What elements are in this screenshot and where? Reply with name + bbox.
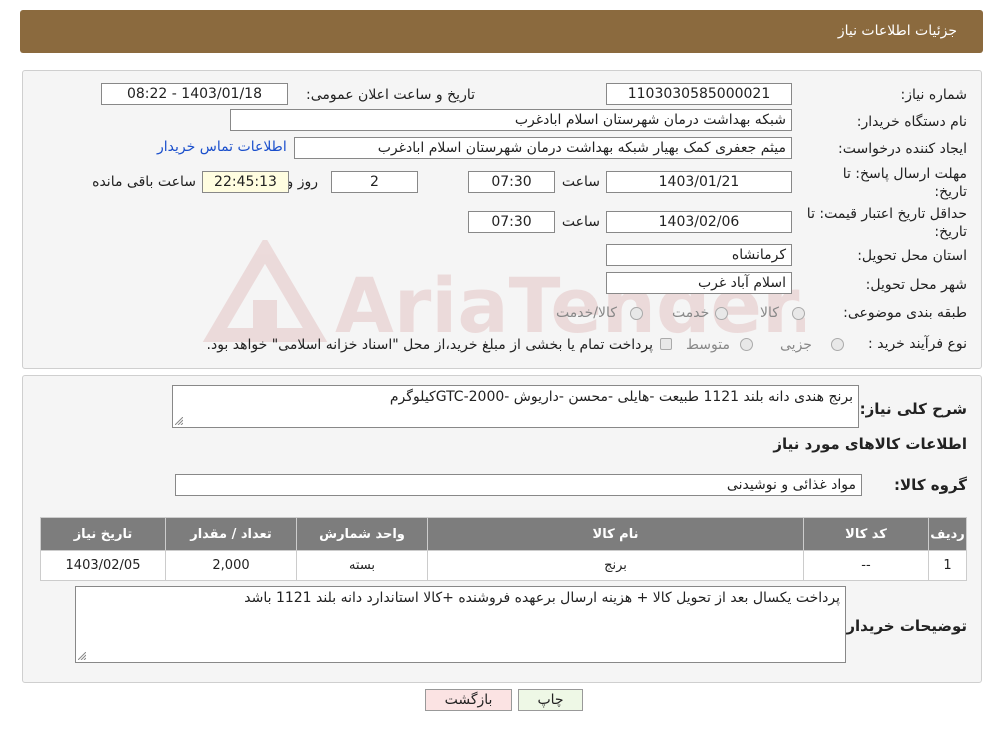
process-medium-radio[interactable]	[740, 338, 753, 351]
validity-label-date: تاریخ:	[934, 224, 967, 240]
col-need-date: تاریخ نیاز	[40, 517, 166, 551]
buyer-org-field[interactable]: شبکه بهداشت درمان شهرستان اسلام ابادغرب	[230, 109, 792, 131]
goods-table-header-row: ردیف کد کالا نام کالا واحد شمارش تعداد /…	[40, 517, 967, 551]
treasury-checkbox[interactable]	[660, 338, 672, 350]
back-button[interactable]: بازگشت	[425, 689, 512, 711]
table-row: 1 -- برنج بسته 2,000 1403/02/05	[40, 550, 967, 581]
buyer-notes-textarea[interactable]: پرداخت یکسال بعد از تحویل کالا + هزینه ا…	[75, 586, 846, 663]
cell-row-number: 1	[928, 550, 967, 581]
cell-goods-name: برنج	[427, 550, 804, 581]
process-medium-label: متوسط	[686, 337, 730, 353]
city-label: شهر محل تحویل:	[865, 277, 967, 293]
buyer-contact-link[interactable]: اطلاعات تماس خریدار	[157, 139, 287, 155]
summary-label: شرح کلی نیاز:	[859, 400, 967, 418]
col-unit: واحد شمارش	[296, 517, 428, 551]
category-goods-service-radio[interactable]	[630, 307, 643, 320]
cell-unit: بسته	[296, 550, 428, 581]
resize-grip-icon[interactable]	[78, 652, 86, 660]
province-label: استان محل تحویل:	[857, 248, 967, 264]
category-goods-service-label: کالا/خدمت	[556, 305, 617, 321]
remaining-time-label: ساعت باقی مانده	[92, 174, 196, 190]
days-label: روز و	[286, 174, 319, 190]
col-row-number: ردیف	[928, 517, 967, 551]
category-goods-radio[interactable]	[792, 307, 805, 320]
resize-grip-icon[interactable]	[175, 417, 183, 425]
treasury-note: پرداخت تمام یا بخشی از مبلغ خرید،از محل …	[206, 337, 653, 353]
validity-time-field[interactable]: 07:30	[468, 211, 555, 233]
goods-info-title: اطلاعات کالاهای مورد نیاز	[773, 435, 967, 453]
city-field[interactable]: اسلام آباد غرب	[606, 272, 792, 294]
goods-table: ردیف کد کالا نام کالا واحد شمارش تعداد /…	[40, 517, 967, 581]
need-number-label: شماره نیاز:	[900, 87, 968, 103]
cell-need-date: 1403/02/05	[40, 550, 166, 581]
creator-field[interactable]: میثم جعفری کمک بهیار شبکه بهداشت درمان ش…	[294, 137, 792, 159]
remaining-time-field[interactable]: 22:45:13	[202, 171, 289, 193]
need-number-field[interactable]: 1103030585000021	[606, 83, 792, 105]
validity-label: حداقل تاریخ اعتبار قیمت: تا	[806, 206, 967, 222]
category-label: طبقه بندی موضوعی:	[843, 305, 967, 321]
deadline-label: مهلت ارسال پاسخ: تا	[842, 166, 967, 182]
summary-text: برنج هندی دانه بلند 1121 طبیعت -هایلی -م…	[389, 389, 853, 405]
category-goods-label: کالا	[760, 305, 779, 321]
goods-group-field[interactable]: مواد غذائی و نوشیدنی	[175, 474, 862, 496]
creator-label: ایجاد کننده درخواست:	[838, 141, 967, 157]
buyer-notes-text: پرداخت یکسال بعد از تحویل کالا + هزینه ا…	[244, 590, 840, 606]
page-title: جزئیات اطلاعات نیاز	[837, 23, 957, 39]
deadline-date-field[interactable]: 1403/01/21	[606, 171, 792, 193]
goods-group-label: گروه کالا:	[894, 476, 967, 494]
deadline-time-field[interactable]: 07:30	[468, 171, 555, 193]
process-minor-label: جزیی	[780, 337, 812, 353]
category-service-label: خدمت	[672, 305, 710, 321]
summary-textarea[interactable]: برنج هندی دانه بلند 1121 طبیعت -هایلی -م…	[172, 385, 859, 428]
days-remaining-field[interactable]: 2	[331, 171, 418, 193]
deadline-label-date: تاریخ:	[934, 184, 967, 200]
buyer-org-label: نام دستگاه خریدار:	[856, 114, 967, 130]
process-label: نوع فرآیند خرید :	[868, 336, 967, 352]
validity-time-label: ساعت	[561, 214, 600, 230]
deadline-time-label: ساعت	[561, 174, 600, 190]
validity-date-field[interactable]: 1403/02/06	[606, 211, 792, 233]
announce-label: تاریخ و ساعت اعلان عمومی:	[306, 87, 475, 103]
col-quantity: تعداد / مقدار	[165, 517, 297, 551]
print-button[interactable]: چاپ	[518, 689, 583, 711]
buyer-notes-label: توضیحات خریدار:	[840, 617, 967, 635]
cell-goods-code: --	[803, 550, 929, 581]
announce-datetime-field[interactable]: 1403/01/18 - 08:22	[101, 83, 288, 105]
col-goods-code: کد کالا	[803, 517, 929, 551]
process-minor-radio[interactable]	[831, 338, 844, 351]
cell-quantity: 2,000	[165, 550, 297, 581]
col-goods-name: نام کالا	[427, 517, 804, 551]
page-header: جزئیات اطلاعات نیاز	[20, 10, 983, 53]
province-field[interactable]: کرمانشاه	[606, 244, 792, 266]
category-service-radio[interactable]	[715, 307, 728, 320]
